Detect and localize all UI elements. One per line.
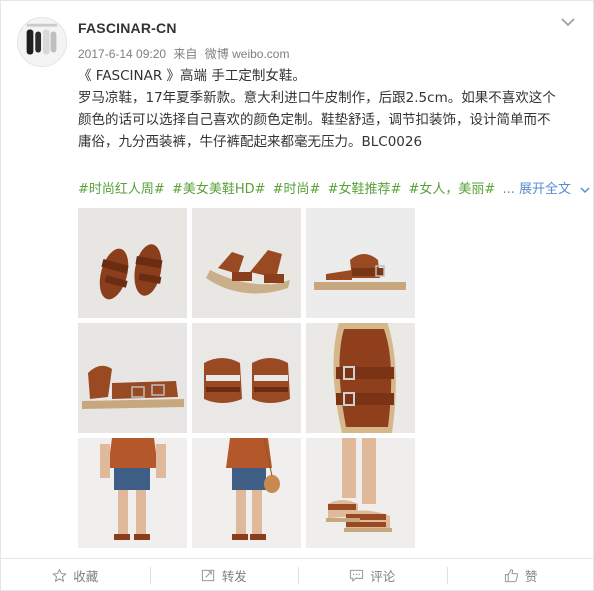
photo-thumbnail[interactable] [306,323,415,433]
sandal-photo [306,208,415,318]
model-photo [306,438,415,548]
hashtag[interactable]: #时尚红人周# [78,182,165,197]
photo-thumbnail[interactable] [306,438,415,548]
photo-thumbnail[interactable] [78,323,187,433]
avatar-image [18,18,66,66]
action-bar: 收藏 转发 评论 赞 [1,559,594,591]
favorite-label: 收藏 [73,569,99,584]
hashtag-row: #时尚红人周# #美女美鞋HD# #时尚# #女鞋推荐# #女人，美丽# ...… [78,179,590,201]
hashtag[interactable]: #时尚# [273,182,321,197]
avatar[interactable] [17,17,67,67]
post-meta: 2017-6-14 09:20 来自 微博 weibo.com [78,45,293,62]
hashtag[interactable]: #美女美鞋HD# [172,182,266,197]
timestamp[interactable]: 2017-6-14 09:20 [78,47,166,61]
model-photo [192,438,301,548]
photo-thumbnail[interactable] [192,438,301,548]
repost-icon [201,569,214,582]
chevron-down-icon[interactable] [559,13,577,31]
repost-button[interactable]: 转发 [149,559,299,591]
post-text-line: 颜色的话可以选择自己喜欢的颜色定制。鞋垫舒适，调节扣装饰，设计简单而不 [78,112,551,128]
post-text-line: 罗马凉鞋，17年夏季新款。意大利进口牛皮制作，后跟2.5cm。如果不喜欢这个 [78,90,556,106]
star-icon [52,568,67,582]
favorite-button[interactable]: 收藏 [1,559,150,591]
comment-icon [350,569,364,582]
sandal-photo [78,323,187,433]
post-text-line: 庸俗，九分西装裤，牛仔裤配起来都毫无压力。BLC0026 [78,134,423,150]
thumbs-up-icon [504,569,519,583]
source-link[interactable]: 微博 weibo.com [205,47,290,61]
post-text: 《 FASCINAR 》高端 手工定制女鞋。 罗马凉鞋，17年夏季新款。意大利进… [78,65,578,153]
sandal-photo [78,208,187,318]
photo-thumbnail[interactable] [306,208,415,318]
photo-thumbnail[interactable] [192,323,301,433]
photo-thumbnail[interactable] [192,208,301,318]
sandal-photo [192,208,301,318]
source-prefix: 来自 [173,47,198,61]
username[interactable]: FASCINAR-CN [78,20,177,36]
sandal-photo [306,323,415,433]
post-text-line: 《 FASCINAR 》高端 手工定制女鞋。 [78,68,306,84]
model-photo [78,438,187,548]
photo-thumbnail[interactable] [78,208,187,318]
photo-thumbnail[interactable] [78,438,187,548]
hashtag[interactable]: #女人，美丽# [409,182,496,197]
comment-label: 评论 [370,569,396,584]
sandal-photo [192,323,301,433]
expand-full-text-link[interactable]: 展开全文 [519,182,571,197]
hashtag[interactable]: #女鞋推荐# [328,182,402,197]
photo-grid [78,208,415,548]
like-label: 赞 [524,569,538,584]
chevron-down-icon[interactable] [579,184,591,196]
like-button[interactable]: 赞 [446,559,594,591]
comment-button[interactable]: 评论 [298,559,447,591]
weibo-post-card: FASCINAR-CN 2017-6-14 09:20 来自 微博 weibo.… [0,0,594,591]
repost-label: 转发 [221,569,247,584]
ellipsis: ... [502,182,515,197]
